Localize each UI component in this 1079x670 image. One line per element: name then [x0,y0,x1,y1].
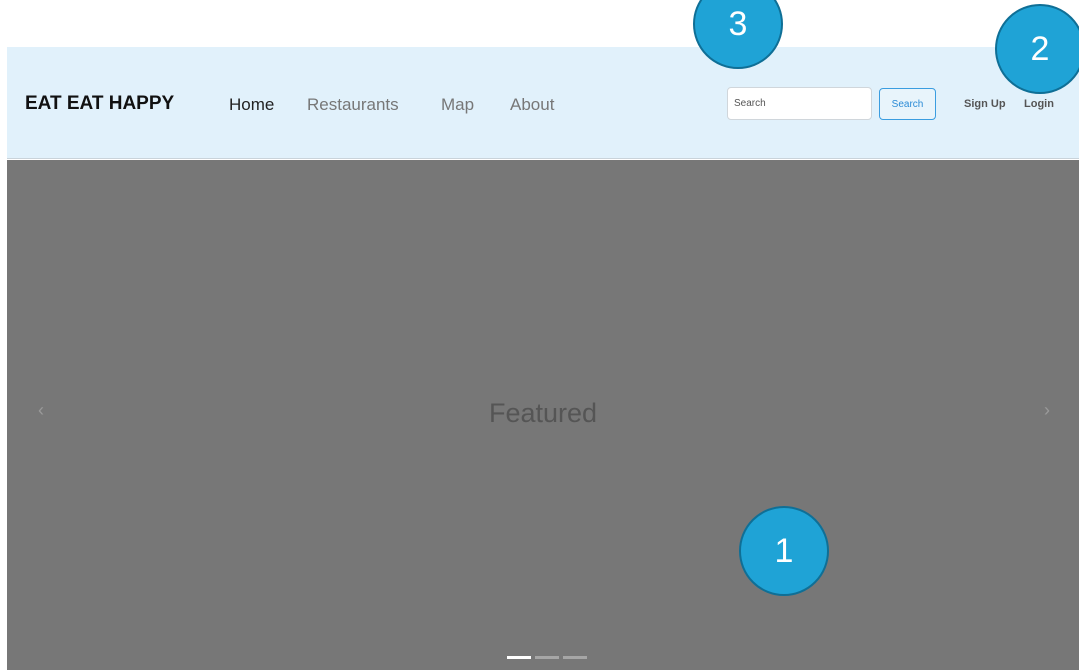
nav-link-restaurants[interactable]: Restaurants [307,95,399,115]
search-button[interactable]: Search [879,88,936,120]
carousel-indicator[interactable] [563,656,587,659]
carousel-indicator[interactable] [535,656,559,659]
carousel-indicator[interactable] [507,656,531,659]
annotation-callout-1: 1 [739,506,829,596]
sign-up-link[interactable]: Sign Up [964,98,1006,110]
nav-link-home[interactable]: Home [229,95,274,115]
featured-heading: Featured [488,398,598,428]
carousel-next-icon[interactable]: › [1044,400,1050,421]
nav-link-map[interactable]: Map [441,95,474,115]
annotation-callout-2: 2 [995,4,1079,94]
featured-carousel[interactable]: ‹ Featured › [7,160,1079,670]
navbar: EAT EAT HAPPY Home Restaurants Map About… [7,47,1079,159]
page-frame: EAT EAT HAPPY Home Restaurants Map About… [7,47,1079,670]
carousel-indicators [507,656,587,659]
login-link[interactable]: Login [1024,98,1054,110]
search-input[interactable] [727,87,872,120]
nav-link-about[interactable]: About [510,95,554,115]
brand-logo[interactable]: EAT EAT HAPPY [25,93,174,115]
